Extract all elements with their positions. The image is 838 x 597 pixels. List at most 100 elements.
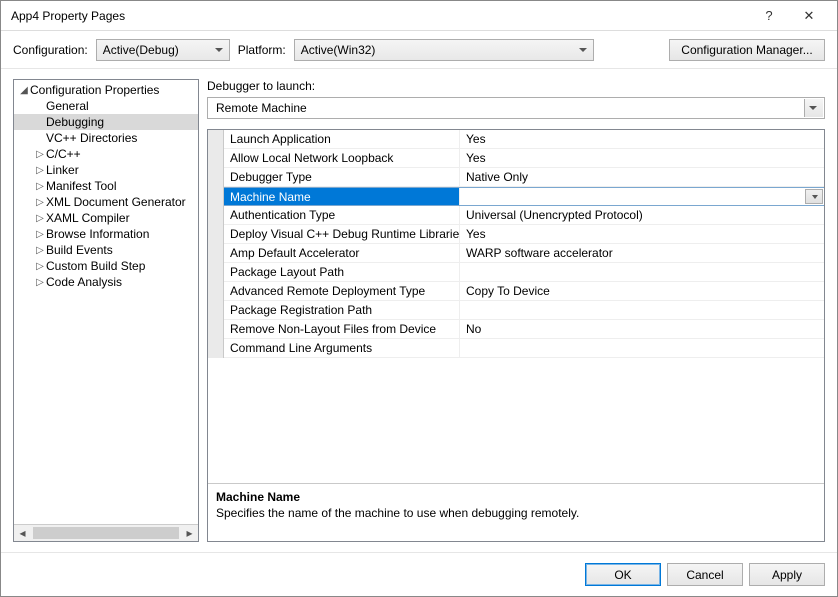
platform-dropdown[interactable]: Active(Win32) — [294, 39, 594, 61]
close-button[interactable]: ✕ — [789, 8, 829, 24]
tree-item[interactable]: ▷C/C++ — [14, 146, 198, 162]
tree-item[interactable]: ▷Linker — [14, 162, 198, 178]
property-row[interactable]: Deploy Visual C++ Debug Runtime Librarie… — [224, 225, 824, 244]
cancel-button[interactable]: Cancel — [667, 563, 743, 586]
tree-item[interactable]: VC++ Directories — [14, 130, 198, 146]
tree-root-label: Configuration Properties — [30, 83, 159, 97]
tree-item-label: Build Events — [46, 243, 113, 257]
configuration-bar: Configuration: Active(Debug) Platform: A… — [1, 31, 837, 69]
property-value[interactable]: Yes — [460, 225, 824, 243]
tree-item[interactable]: ▷XAML Compiler — [14, 210, 198, 226]
property-row[interactable]: Package Layout Path — [224, 263, 824, 282]
tree-item-label: Browse Information — [46, 227, 149, 241]
property-value[interactable] — [460, 188, 824, 205]
expand-icon[interactable]: ▷ — [34, 149, 46, 160]
expand-icon[interactable]: ▷ — [34, 213, 46, 224]
property-grid-container: Launch ApplicationYesAllow Local Network… — [207, 129, 825, 542]
property-value[interactable]: No — [460, 320, 824, 338]
dialog-body: ◢ Configuration Properties General Debugg… — [1, 69, 837, 552]
tree-item[interactable]: ▷XML Document Generator — [14, 194, 198, 210]
expand-icon[interactable]: ▷ — [34, 181, 46, 192]
tree-item[interactable]: ▷Code Analysis — [14, 274, 198, 290]
tree-item[interactable]: ▷Manifest Tool — [14, 178, 198, 194]
help-button[interactable]: ? — [749, 8, 789, 23]
property-name: Advanced Remote Deployment Type — [224, 282, 460, 300]
scroll-thumb[interactable] — [33, 527, 179, 539]
description-text: Specifies the name of the machine to use… — [216, 506, 816, 520]
debugger-launch-value: Remote Machine — [216, 101, 307, 115]
tree-item[interactable]: ▷Build Events — [14, 242, 198, 258]
ok-button[interactable]: OK — [585, 563, 661, 586]
category-tree[interactable]: ◢ Configuration Properties General Debugg… — [14, 80, 198, 524]
expand-icon[interactable]: ▷ — [34, 261, 46, 272]
grid-gutter — [208, 130, 224, 358]
property-row[interactable]: Package Registration Path — [224, 301, 824, 320]
property-name: Package Layout Path — [224, 263, 460, 281]
property-value[interactable]: Universal (Unencrypted Protocol) — [460, 206, 824, 224]
property-value[interactable]: Yes — [460, 149, 824, 167]
property-row[interactable]: Allow Local Network LoopbackYes — [224, 149, 824, 168]
window-title: App4 Property Pages — [9, 9, 749, 23]
property-value[interactable]: WARP software accelerator — [460, 244, 824, 262]
expand-icon[interactable]: ▷ — [34, 165, 46, 176]
apply-button[interactable]: Apply — [749, 563, 825, 586]
tree-item-label: VC++ Directories — [46, 131, 137, 145]
collapse-icon[interactable]: ◢ — [18, 85, 30, 96]
property-row[interactable]: Machine Name — [224, 187, 824, 206]
property-name: Command Line Arguments — [224, 339, 460, 357]
tree-item-label: Manifest Tool — [46, 179, 116, 193]
property-name: Deploy Visual C++ Debug Runtime Librarie… — [224, 225, 460, 243]
property-name: Launch Application — [224, 130, 460, 148]
tree-item-label: C/C++ — [46, 147, 81, 161]
property-grid[interactable]: Launch ApplicationYesAllow Local Network… — [208, 130, 824, 483]
tree-item-label: General — [46, 99, 89, 113]
tree-item[interactable]: ▷Custom Build Step — [14, 258, 198, 274]
property-row[interactable]: Remove Non-Layout Files from DeviceNo — [224, 320, 824, 339]
property-value[interactable]: Yes — [460, 130, 824, 148]
expand-icon[interactable]: ▷ — [34, 229, 46, 240]
tree-root[interactable]: ◢ Configuration Properties — [14, 82, 198, 98]
platform-value: Active(Win32) — [301, 43, 376, 57]
scroll-right-icon[interactable]: ▸ — [181, 525, 198, 542]
configuration-manager-button[interactable]: Configuration Manager... — [669, 39, 825, 61]
description-title: Machine Name — [216, 490, 816, 504]
property-row[interactable]: Amp Default AcceleratorWARP software acc… — [224, 244, 824, 263]
property-value[interactable] — [460, 301, 824, 319]
property-pages-dialog: App4 Property Pages ? ✕ Configuration: A… — [0, 0, 838, 597]
property-row[interactable]: Launch ApplicationYes — [224, 130, 824, 149]
property-name: Debugger Type — [224, 168, 460, 186]
property-row[interactable]: Advanced Remote Deployment TypeCopy To D… — [224, 282, 824, 301]
expand-icon[interactable]: ▷ — [34, 245, 46, 256]
property-row[interactable]: Authentication TypeUniversal (Unencrypte… — [224, 206, 824, 225]
dialog-footer: OK Cancel Apply — [1, 552, 837, 596]
property-name: Allow Local Network Loopback — [224, 149, 460, 167]
tree-item-label: XAML Compiler — [46, 211, 130, 225]
property-value[interactable]: Copy To Device — [460, 282, 824, 300]
scroll-left-icon[interactable]: ◂ — [14, 525, 31, 542]
tree-item-label: Code Analysis — [46, 275, 122, 289]
property-row[interactable]: Debugger TypeNative Only — [224, 168, 824, 187]
property-name: Remove Non-Layout Files from Device — [224, 320, 460, 338]
platform-label: Platform: — [238, 43, 286, 57]
tree-item[interactable]: Debugging — [14, 114, 198, 130]
expand-icon[interactable]: ▷ — [34, 197, 46, 208]
configuration-dropdown[interactable]: Active(Debug) — [96, 39, 230, 61]
tree-item-label: Custom Build Step — [46, 259, 145, 273]
property-name: Authentication Type — [224, 206, 460, 224]
property-description: Machine Name Specifies the name of the m… — [208, 483, 824, 541]
expand-icon[interactable]: ▷ — [34, 277, 46, 288]
property-name: Machine Name — [224, 188, 460, 205]
property-pane: Debugger to launch: Remote Machine Launc… — [207, 79, 825, 542]
property-row[interactable]: Command Line Arguments — [224, 339, 824, 358]
tree-item-label: Debugging — [46, 115, 104, 129]
property-value[interactable] — [460, 339, 824, 357]
tree-item[interactable]: General — [14, 98, 198, 114]
debugger-launch-label: Debugger to launch: — [207, 79, 825, 97]
property-value[interactable]: Native Only — [460, 168, 824, 186]
property-value[interactable] — [460, 263, 824, 281]
tree-horizontal-scrollbar[interactable]: ◂ ▸ — [14, 524, 198, 541]
tree-item[interactable]: ▷Browse Information — [14, 226, 198, 242]
debugger-launch-dropdown[interactable]: Remote Machine — [207, 97, 825, 119]
property-name: Package Registration Path — [224, 301, 460, 319]
tree-item-label: XML Document Generator — [46, 195, 186, 209]
